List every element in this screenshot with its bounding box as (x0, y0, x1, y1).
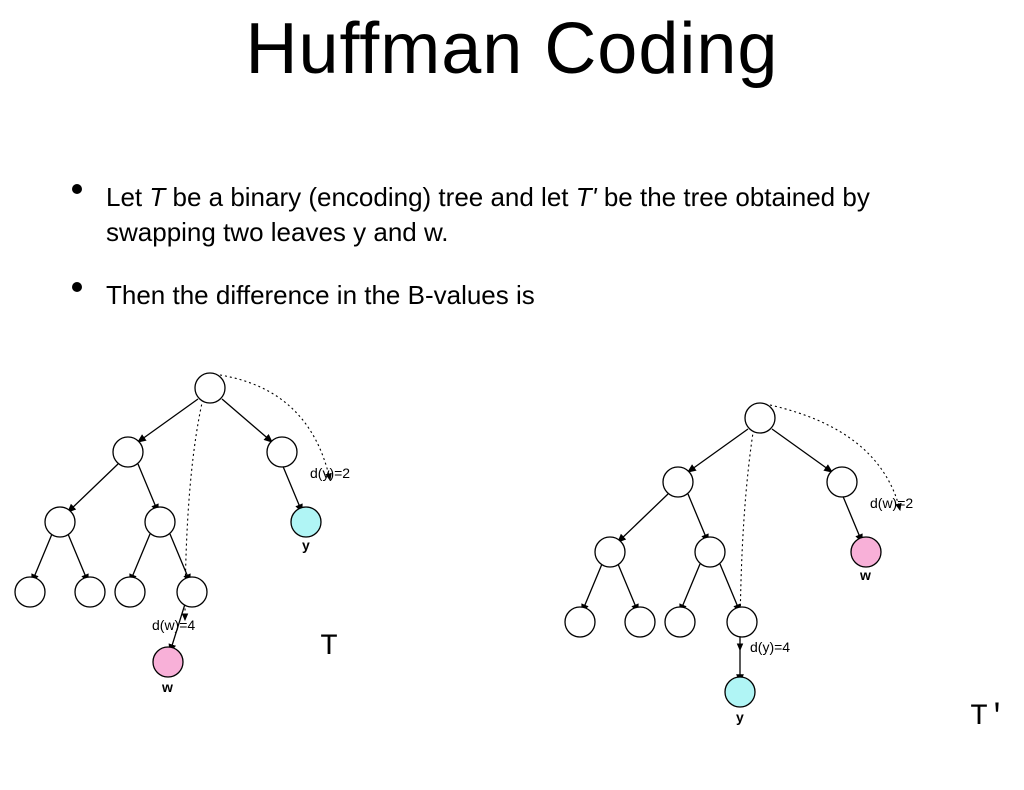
y-label: y (736, 709, 744, 725)
bullet-list: Let T be a binary (encoding) tree and le… (72, 180, 952, 341)
node-y (725, 677, 755, 707)
w-label: w (161, 679, 173, 695)
node-w (851, 537, 881, 567)
page-title: Huffman Coding (0, 8, 1024, 90)
tree-left: y w d(y)=2 d(w)=4 (10, 360, 430, 740)
tree-left-label: T (320, 630, 338, 664)
diagram-area: y w d(y)=2 d(w)=4 T (0, 360, 1024, 760)
bullet-text: Then the difference in the B-values is (106, 278, 535, 313)
dw-label: d(w)=4 (152, 617, 195, 633)
y-label: y (302, 537, 310, 553)
bullet-icon (72, 282, 82, 292)
tree-right: w y d(w)=2 d(y)=4 (540, 390, 980, 790)
tree-right-label: T' (970, 700, 1006, 734)
dw-label: d(w)=2 (870, 495, 913, 511)
bullet-text: Let T be a binary (encoding) tree and le… (106, 180, 952, 250)
bullet-item: Let T be a binary (encoding) tree and le… (72, 180, 952, 250)
bullet-icon (72, 184, 82, 194)
node-w (153, 647, 183, 677)
node-y (291, 507, 321, 537)
dy-label: d(y)=2 (310, 465, 350, 481)
w-label: w (859, 567, 871, 583)
bullet-item: Then the difference in the B-values is (72, 278, 952, 313)
dy-label: d(y)=4 (750, 639, 790, 655)
